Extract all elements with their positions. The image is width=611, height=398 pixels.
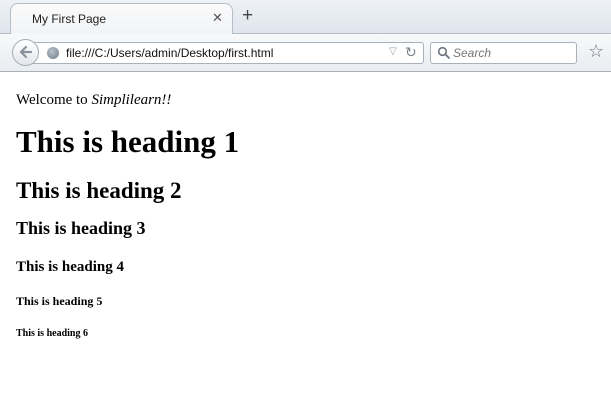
- tab-title: My First Page: [32, 12, 107, 26]
- tab-my-first-page[interactable]: My First Page ✕: [10, 3, 233, 34]
- back-button[interactable]: [12, 39, 39, 66]
- welcome-text: Welcome to: [16, 92, 92, 108]
- heading-5: This is heading 5: [16, 293, 103, 308]
- heading-1: This is heading 1: [16, 124, 240, 159]
- new-tab-icon[interactable]: +: [242, 6, 253, 26]
- history-dropdown-icon[interactable]: ▽: [389, 46, 397, 57]
- navigation-bar: file:///C:/Users/admin/Desktop/first.htm…: [0, 34, 611, 72]
- welcome-paragraph: Welcome to Simplilearn!!: [16, 92, 595, 109]
- heading-3: This is heading 3: [16, 217, 146, 238]
- browser-window: My First Page ✕ + file:///C:/Users/admin…: [0, 0, 611, 340]
- welcome-emphasis: Simplilearn!!: [91, 92, 172, 108]
- search-icon: [437, 46, 450, 59]
- search-bar[interactable]: [430, 42, 577, 64]
- globe-icon: [47, 47, 59, 59]
- tab-strip: My First Page ✕ +: [0, 0, 611, 34]
- bookmark-star-icon[interactable]: ☆: [588, 41, 604, 62]
- reload-icon[interactable]: ↻: [405, 44, 417, 61]
- url-text[interactable]: file:///C:/Users/admin/Desktop/first.htm…: [66, 46, 273, 60]
- heading-2: This is heading 2: [16, 177, 182, 203]
- close-icon[interactable]: ✕: [212, 10, 223, 26]
- back-arrow-icon: [19, 45, 32, 59]
- page-content: Welcome to Simplilearn!! This is heading…: [0, 72, 611, 340]
- search-input[interactable]: [453, 45, 571, 61]
- url-bar[interactable]: file:///C:/Users/admin/Desktop/first.htm…: [30, 42, 424, 64]
- heading-6: This is heading 6: [16, 327, 88, 339]
- heading-4: This is heading 4: [16, 258, 124, 275]
